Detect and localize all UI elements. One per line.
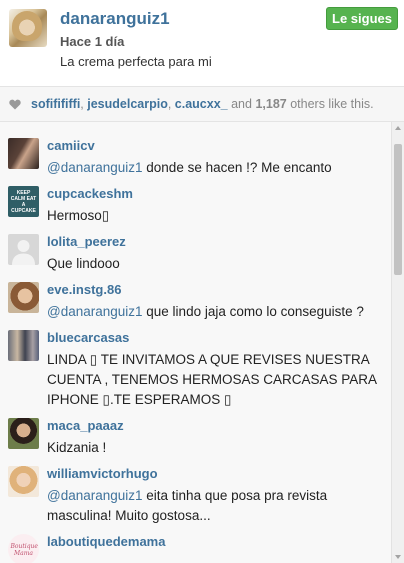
commenter-avatar[interactable]: KEEP CALM EAT A CUPCAKE bbox=[8, 186, 39, 217]
scroll-up-arrow-icon[interactable] bbox=[395, 126, 401, 130]
comment-username[interactable]: williamvictorhugo bbox=[47, 466, 158, 481]
likes-count[interactable]: 1,187 bbox=[255, 97, 286, 111]
commenter-avatar[interactable] bbox=[8, 466, 39, 497]
cupcake-avatar-text: KEEP CALM EAT A CUPCAKE bbox=[10, 189, 37, 214]
post-timestamp: Hace 1 día bbox=[60, 34, 125, 49]
comment-username[interactable]: maca_paaaz bbox=[47, 418, 124, 433]
liker-link[interactable]: c.aucxx_ bbox=[175, 97, 228, 111]
comment-text: @danaranguiz1 donde se hacen !? Me encan… bbox=[47, 160, 332, 175]
heart-icon[interactable] bbox=[9, 99, 21, 110]
comment-username[interactable]: laboutiquedemama bbox=[47, 534, 165, 549]
following-button[interactable]: Le sigues bbox=[326, 7, 398, 30]
commenter-avatar[interactable] bbox=[8, 138, 39, 169]
comment-username[interactable]: eve.instg.86 bbox=[47, 282, 121, 297]
scroll-thumb[interactable] bbox=[394, 144, 402, 275]
comments-scrollbar[interactable] bbox=[391, 122, 404, 563]
comment-text: @danaranguiz1 que lindo jaja como lo con… bbox=[47, 304, 364, 319]
liker-link[interactable]: sofifififfi bbox=[31, 97, 80, 111]
comment-username[interactable]: bluecarcasas bbox=[47, 330, 129, 345]
comment-text: Hermoso▯ bbox=[47, 208, 110, 223]
comment-list: camiicv @danaranguiz1 donde se hacen !? … bbox=[0, 122, 404, 563]
comment-mention[interactable]: @danaranguiz1 bbox=[47, 488, 143, 503]
likes-others-text: others like this. bbox=[290, 97, 374, 111]
comment-text: Que lindooo bbox=[47, 256, 120, 271]
post-username[interactable]: danaranguiz1 bbox=[60, 9, 170, 29]
commenter-avatar[interactable] bbox=[8, 418, 39, 449]
commenter-avatar[interactable] bbox=[8, 282, 39, 313]
likes-bar: sofifififfi, jesudelcarpio, c.aucxx_ and… bbox=[0, 86, 404, 122]
post-caption: La crema perfecta para mi bbox=[60, 54, 212, 69]
commenter-avatar[interactable] bbox=[8, 234, 39, 265]
comment-text: Kidzania ! bbox=[47, 440, 107, 455]
comment-username[interactable]: camiicv bbox=[47, 138, 95, 153]
commenter-avatar[interactable]: Boutique Mama bbox=[8, 534, 39, 563]
comment-mention[interactable]: @danaranguiz1 bbox=[47, 304, 143, 319]
default-avatar-icon bbox=[12, 240, 35, 265]
comment-username[interactable]: lolita_peerez bbox=[47, 234, 126, 249]
comment-mention[interactable]: @danaranguiz1 bbox=[47, 160, 143, 175]
liker-link[interactable]: jesudelcarpio bbox=[87, 97, 168, 111]
post-header: danaranguiz1 Hace 1 día La crema perfect… bbox=[0, 0, 404, 85]
comment-username[interactable]: cupcackeshm bbox=[47, 186, 133, 201]
commenter-avatar[interactable] bbox=[8, 330, 39, 361]
avatar[interactable] bbox=[9, 9, 47, 47]
scroll-down-arrow-icon[interactable] bbox=[395, 555, 401, 559]
boutique-avatar-text: Boutique Mama bbox=[10, 542, 38, 557]
likes-and-text: and bbox=[231, 97, 252, 111]
comment-text: LINDA ▯ TE INVITAMOS A QUE REVISES NUEST… bbox=[47, 352, 377, 407]
comment-text: @danaranguiz1 eita tinha que posa pra re… bbox=[47, 488, 328, 523]
